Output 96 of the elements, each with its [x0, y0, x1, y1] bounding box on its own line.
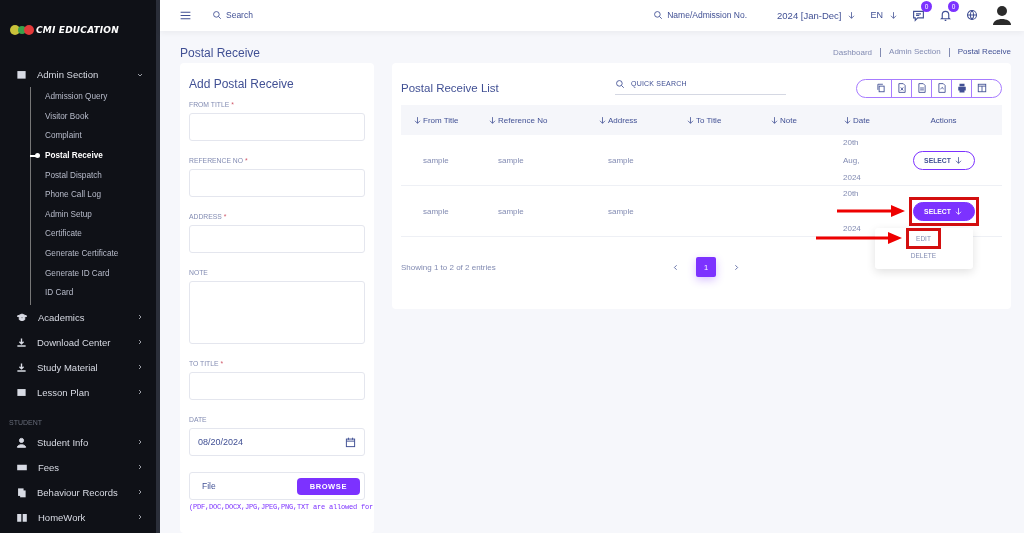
- search-field[interactable]: Search: [226, 10, 253, 21]
- table-cell-text: sample: [422, 206, 450, 216]
- document-icon: [916, 83, 927, 93]
- nav-item[interactable]: HomeWork: [0, 504, 156, 530]
- search-icon: [615, 78, 625, 89]
- table-cell-text: sample: [607, 155, 635, 165]
- chevron-left-icon: [671, 262, 680, 272]
- chevron-right-icon: [136, 463, 144, 472]
- entries-summary: Showing 1 to 2 of 2 entries: [401, 262, 497, 272]
- caret-icon: [889, 10, 898, 20]
- date-cell-line: 2024: [843, 173, 862, 182]
- print-icon: [956, 83, 967, 93]
- nav-item[interactable]: Academics: [0, 304, 156, 330]
- sort-arrow-icon: [686, 115, 695, 125]
- search-icon: [653, 10, 664, 21]
- student-search-field[interactable]: Name/Admission No.: [667, 10, 748, 21]
- previous-page-button[interactable]: [671, 262, 680, 272]
- nav-subitem[interactable]: Admin Setup: [31, 204, 156, 225]
- text-field[interactable]: [189, 113, 365, 141]
- chevron-right-icon: [136, 488, 144, 497]
- text-field[interactable]: [189, 169, 365, 197]
- column-header[interactable]: Reference No: [488, 115, 598, 125]
- nav-subitem[interactable]: ID Card: [31, 282, 156, 303]
- date-cell-line: 20th: [843, 189, 860, 198]
- next-page-button[interactable]: [732, 262, 741, 272]
- table-cell-text: sample: [607, 206, 635, 216]
- chevron-right-icon: [732, 262, 741, 272]
- chevron-right-icon: [136, 338, 144, 347]
- date-field[interactable]: 08/20/2024: [189, 428, 365, 456]
- nav-item[interactable]: Behaviour Records: [0, 479, 156, 505]
- sort-arrow-icon: [413, 115, 422, 125]
- nav-item[interactable]: Lesson Plan: [0, 379, 156, 405]
- list-title: Postal Receive List: [401, 82, 500, 94]
- spreadsheet-icon: [896, 83, 907, 93]
- nav-item[interactable]: Study Material: [0, 354, 156, 380]
- chevron-right-icon: [136, 313, 144, 322]
- column-header[interactable]: Note: [770, 115, 843, 125]
- date-cell-line: 2024: [843, 224, 862, 233]
- chevron-right-icon: [136, 363, 144, 372]
- nav-item[interactable]: Admin Section: [0, 62, 156, 87]
- nav-subitem[interactable]: Phone Call Log: [31, 184, 156, 205]
- language-dropdown[interactable]: EN: [870, 10, 898, 21]
- breadcrumb-link[interactable]: Postal Receive: [948, 48, 1011, 58]
- columns-icon: [976, 83, 987, 93]
- bell-icon: [939, 8, 952, 22]
- caret-icon: [953, 206, 963, 216]
- column-header[interactable]: From Title: [413, 115, 488, 125]
- chat-icon: [912, 8, 925, 22]
- documents-icon: [16, 486, 27, 498]
- date-cell-line: Aug,: [843, 155, 861, 165]
- table-cell-text: sample: [497, 206, 525, 216]
- nav-subitem[interactable]: Postal Dispatch: [31, 165, 156, 185]
- table-cell-text: sample: [497, 155, 525, 165]
- nav-item[interactable]: Student Info: [0, 429, 156, 455]
- sort-arrow-icon: [598, 115, 607, 125]
- sort-arrow-icon: [770, 115, 779, 125]
- download-icon: [16, 336, 27, 348]
- caret-icon: [847, 10, 857, 20]
- sort-arrow-icon: [843, 115, 852, 125]
- book-icon: [16, 511, 28, 523]
- nav-item[interactable]: Fees: [0, 454, 156, 480]
- pdf-file-icon: [936, 83, 947, 93]
- column-header: Actions: [929, 115, 958, 125]
- logo-icon: [10, 22, 34, 37]
- avatar-icon[interactable]: [992, 5, 1012, 26]
- text-field[interactable]: [189, 225, 365, 253]
- chevron-right-icon: [136, 513, 144, 522]
- nav-subitem[interactable]: Postal Receive: [31, 145, 156, 166]
- date-cell-line: 20th: [843, 138, 860, 147]
- column-header[interactable]: Address: [598, 115, 686, 125]
- nav-subitem[interactable]: Admission Query: [31, 87, 156, 107]
- chevron-right-icon: [136, 388, 144, 397]
- logo-text: CMI EDUCATION: [36, 24, 119, 35]
- caret-icon: [953, 155, 963, 165]
- text-field[interactable]: [189, 372, 365, 400]
- note-field[interactable]: [189, 281, 365, 344]
- page-title: Postal Receive: [180, 45, 261, 60]
- form-title: Add Postal Receive: [189, 77, 295, 91]
- globe-icon: [966, 9, 978, 22]
- nav-subitem[interactable]: Certificate: [31, 224, 156, 244]
- nav-subitem[interactable]: Generate Certificate: [31, 243, 156, 264]
- nav-subitem[interactable]: Visitor Book: [31, 106, 156, 127]
- copy-icon: [876, 83, 886, 93]
- nav-item[interactable]: Download Center: [0, 329, 156, 355]
- chevron-right-icon: [136, 438, 144, 447]
- column-header[interactable]: Date: [843, 115, 905, 125]
- column-header[interactable]: To Title: [686, 115, 770, 125]
- session-dropdown[interactable]: 2024 [Jan-Dec]: [777, 9, 857, 21]
- search-icon: [212, 10, 222, 21]
- graduation-cap-icon: [16, 311, 28, 323]
- nav-subitem[interactable]: Generate ID Card: [31, 263, 156, 283]
- download-icon: [16, 361, 27, 373]
- person-icon: [16, 436, 27, 448]
- table-cell-text: sample: [422, 155, 450, 165]
- nav-subitem[interactable]: Complaint: [31, 126, 156, 146]
- sort-arrow-icon: [488, 115, 497, 125]
